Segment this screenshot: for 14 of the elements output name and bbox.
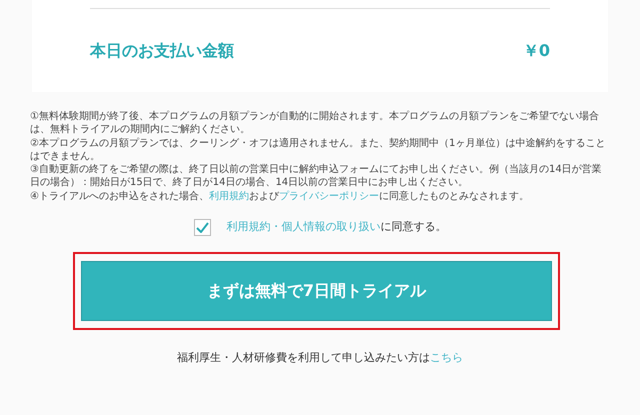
terms-link[interactable]: プライバシーポリシー (278, 190, 379, 202)
note-text: ③自動更新の終了をご希望の際は、終了日以前の営業日中に解約申込フォームにてお申し出ください。例（当該月の14日が営業日の場合）：開始日が15日で、終了日が14日の場合、14日以前の営業日中にお申し出ください。 (30, 163, 603, 190)
note-text: ④トライアルへのお申込をされた場合、利用規約およびプライバシーポリシーに同意したものとみなされます。 (30, 190, 530, 204)
footer-text: 福利厚生・人材研修費を利用して申し込みたい方はこちら (176, 350, 464, 366)
agree-text: 利用規約・個人情報の取り扱いに同意する。 (226, 219, 446, 236)
here-link[interactable]: こちら (430, 351, 463, 364)
trial-button[interactable]: まずは無料で7日間トライアル (81, 261, 552, 322)
note-text: ①無料体験期間が終了後、本プログラムの月額プランが自動的に開始されます。本プログラムの月額プランをご希望でない場合は、無料トライアルの期間内にご解約ください。 (30, 110, 600, 137)
total-amount: ￥0 (522, 40, 550, 62)
total-label: 本日のお支払い金額 (90, 40, 234, 62)
terms-link[interactable]: 利用規約 (208, 190, 249, 202)
agree-checkbox[interactable] (194, 219, 210, 236)
policy-link[interactable]: 利用規約・個人情報の取り扱い (226, 220, 380, 234)
note-text: ②本プログラムの月額プランでは、クーリング・オフは適用されません。また、契約期間中（1ヶ月単位）は中途解約をすることはできません。 (30, 136, 606, 164)
